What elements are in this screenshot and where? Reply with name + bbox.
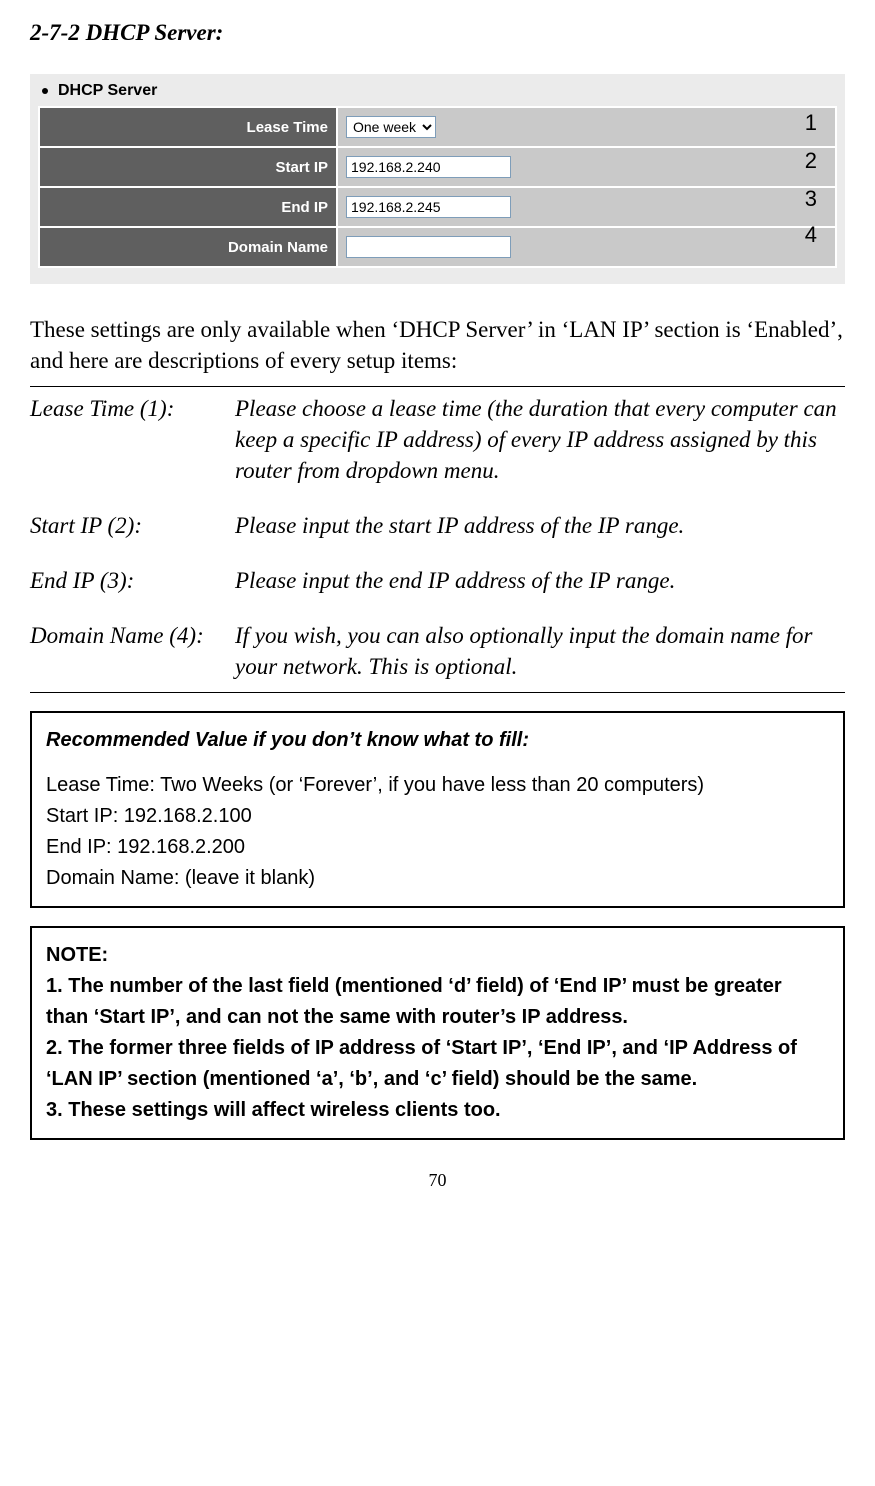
note-box: NOTE: 1. The number of the last field (m… [30, 926, 845, 1140]
recommended-title: Recommended Value if you don’t know what… [46, 725, 829, 756]
callout-4: 4 [805, 222, 817, 248]
def-end-ip: End IP (3): Please input the end IP addr… [30, 565, 845, 596]
page-number: 70 [30, 1170, 845, 1191]
label-domain-name: Domain Name [39, 227, 337, 267]
def-domain-name: Domain Name (4): If you wish, you can al… [30, 620, 845, 682]
def-start-ip: Start IP (2): Please input the start IP … [30, 510, 845, 541]
label-start-ip: Start IP [39, 147, 337, 187]
row-domain-name: Domain Name [39, 227, 836, 267]
row-lease-time: Lease Time One week [39, 107, 836, 147]
callout-2: 2 [805, 148, 817, 174]
rec-line: Lease Time: Two Weeks (or ‘Forever’, if … [46, 770, 829, 801]
def-label: Domain Name (4): [30, 620, 235, 682]
dhcp-form-table: Lease Time One week Start IP End IP Doma… [38, 106, 837, 268]
bullet-icon [42, 88, 48, 94]
panel-title: DHCP Server [58, 82, 157, 100]
def-lease-time: Lease Time (1): Please choose a lease ti… [30, 393, 845, 486]
dhcp-screenshot-panel: DHCP Server Lease Time One week Start IP… [30, 74, 845, 284]
callout-1: 1 [805, 110, 817, 136]
section-heading: 2-7-2 DHCP Server: [30, 20, 845, 46]
domain-name-input[interactable] [346, 236, 511, 258]
panel-title-row: DHCP Server [38, 80, 837, 106]
note-line: 3. These settings will affect wireless c… [46, 1095, 829, 1126]
rec-line: Domain Name: (leave it blank) [46, 863, 829, 894]
label-lease-time: Lease Time [39, 107, 337, 147]
def-text: If you wish, you can also optionally inp… [235, 620, 845, 682]
def-label: Start IP (2): [30, 510, 235, 541]
cell-lease-time: One week [337, 107, 836, 147]
lease-time-select[interactable]: One week [346, 116, 436, 138]
def-text: Please input the start IP address of the… [235, 510, 845, 541]
divider-top [30, 386, 845, 387]
divider-bottom [30, 692, 845, 693]
note-line: 2. The former three fields of IP address… [46, 1033, 829, 1095]
def-text: Please input the end IP address of the I… [235, 565, 845, 596]
recommended-box: Recommended Value if you don’t know what… [30, 711, 845, 908]
def-text: Please choose a lease time (the duration… [235, 393, 845, 486]
def-label: End IP (3): [30, 565, 235, 596]
row-end-ip: End IP [39, 187, 836, 227]
row-start-ip: Start IP [39, 147, 836, 187]
rec-line: End IP: 192.168.2.200 [46, 832, 829, 863]
end-ip-input[interactable] [346, 196, 511, 218]
callout-3: 3 [805, 186, 817, 212]
note-line: 1. The number of the last field (mention… [46, 971, 829, 1033]
label-end-ip: End IP [39, 187, 337, 227]
note-title: NOTE: [46, 940, 829, 971]
definitions-block: Lease Time (1): Please choose a lease ti… [30, 393, 845, 682]
start-ip-input[interactable] [346, 156, 511, 178]
cell-end-ip [337, 187, 836, 227]
intro-paragraph: These settings are only available when ‘… [30, 314, 845, 376]
rec-line: Start IP: 192.168.2.100 [46, 801, 829, 832]
cell-start-ip [337, 147, 836, 187]
cell-domain-name [337, 227, 836, 267]
def-label: Lease Time (1): [30, 393, 235, 486]
